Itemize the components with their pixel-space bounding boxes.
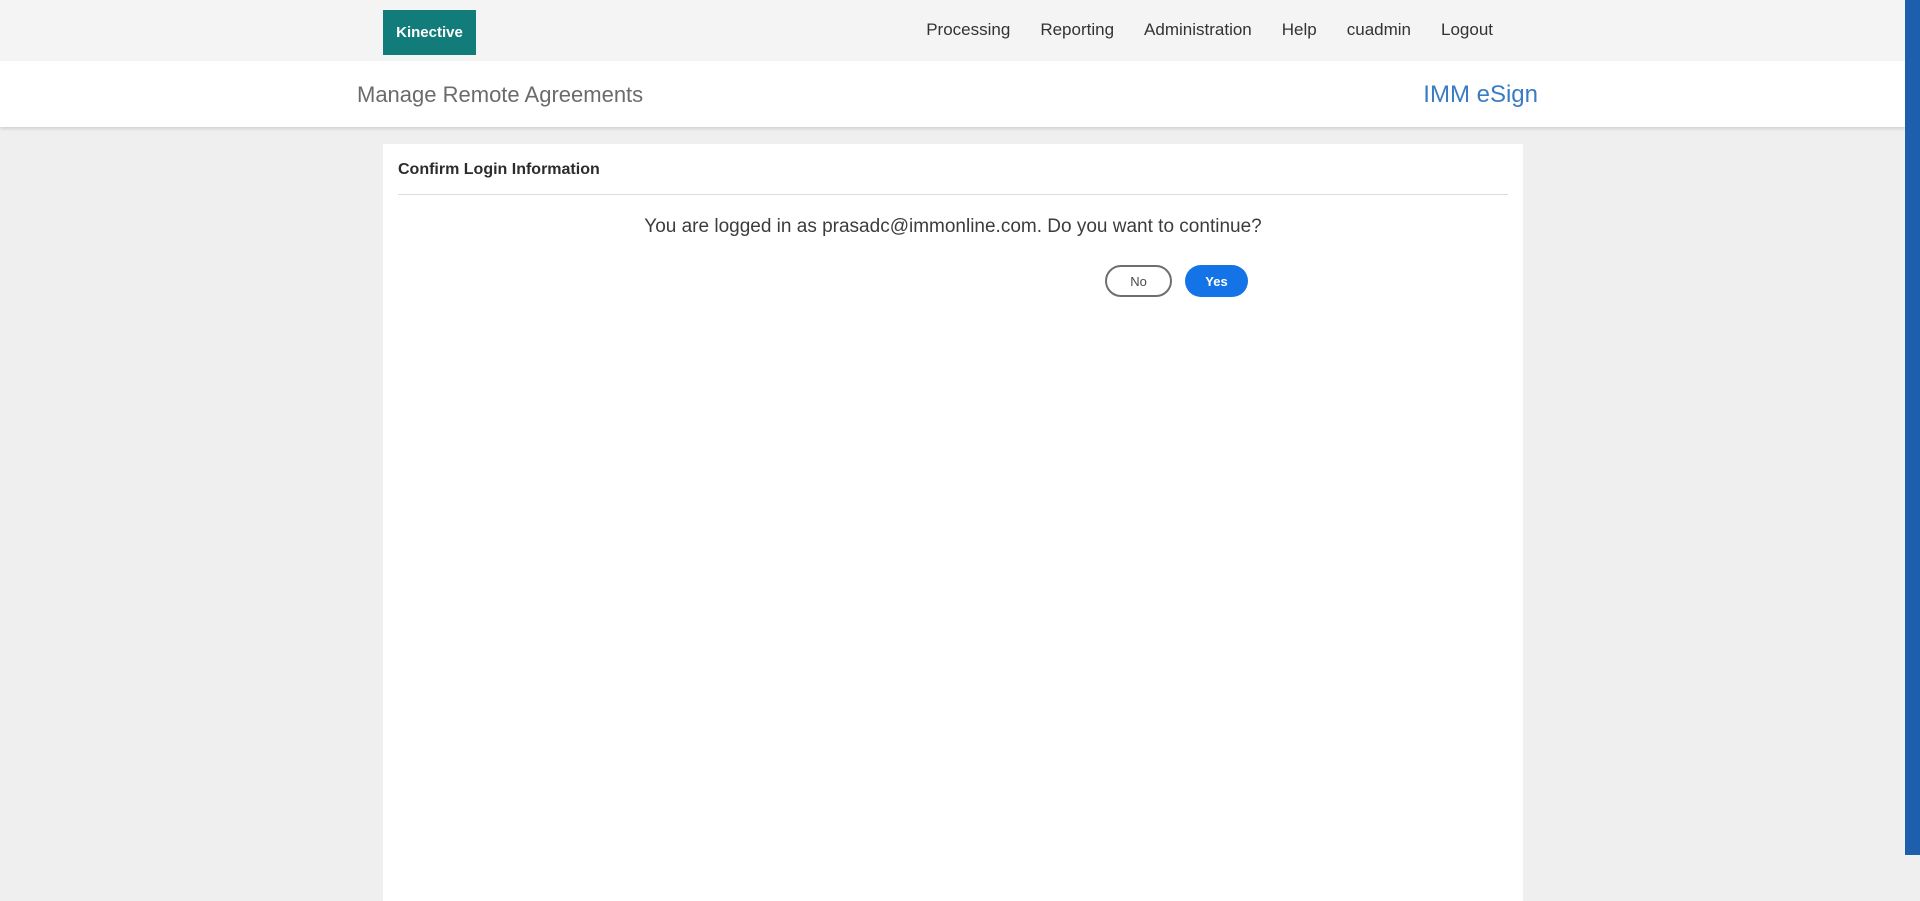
nav-item-reporting[interactable]: Reporting	[1040, 20, 1114, 40]
nav-item-logout[interactable]: Logout	[1441, 20, 1493, 40]
login-message: You are logged in as prasadc@immonline.c…	[644, 216, 1262, 237]
confirm-login-panel: Confirm Login Information You are logged…	[383, 144, 1523, 901]
nav-item-help[interactable]: Help	[1282, 20, 1317, 40]
nav-item-administration[interactable]: Administration	[1144, 20, 1252, 40]
app-name-link[interactable]: IMM eSign	[1423, 81, 1538, 109]
scrollbar[interactable]	[1905, 0, 1920, 855]
yes-button[interactable]: Yes	[1185, 265, 1248, 297]
page-title: Manage Remote Agreements	[357, 82, 644, 107]
kinective-logo[interactable]: Kinective	[383, 10, 476, 55]
nav-item-processing[interactable]: Processing	[926, 20, 1010, 40]
panel-title: Confirm Login Information	[398, 161, 600, 178]
main-nav: Processing Reporting Administration Help…	[896, 20, 1493, 40]
nav-item-user[interactable]: cuadmin	[1347, 20, 1411, 40]
page-header: Manage Remote Agreements IMM eSign	[0, 61, 1905, 127]
divider	[398, 194, 1508, 195]
top-navigation-bar: Kinective Processing Reporting Administr…	[0, 0, 1905, 61]
no-button[interactable]: No	[1105, 265, 1172, 297]
